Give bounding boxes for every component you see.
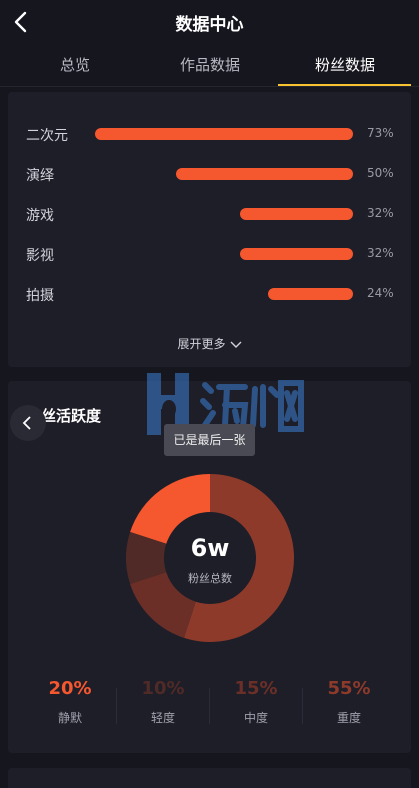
activity-stat: 10% 轻度: [117, 678, 209, 726]
tab-fans-data[interactable]: 粉丝数据: [275, 54, 415, 75]
activity-stat: 20% 静默: [24, 678, 116, 726]
next-card: [8, 768, 411, 788]
activity-stat-percent: 10%: [141, 678, 185, 699]
interest-bar: [240, 208, 353, 220]
page-title: 数据中心: [175, 15, 244, 35]
activity-stat: 15% 中度: [210, 678, 302, 726]
fans-total-label: 粉丝总数: [188, 572, 232, 585]
interest-bar: [240, 248, 353, 260]
activity-stat: 55% 重度: [303, 678, 395, 726]
activity-stat-label: 轻度: [150, 711, 175, 725]
interest-label: 拍摄: [26, 288, 54, 304]
interest-bar: [95, 128, 353, 140]
activity-stat-label: 重度: [336, 711, 361, 725]
interest-percent: 24%: [367, 286, 394, 300]
interest-percent: 73%: [367, 126, 394, 140]
interest-label: 二次元: [26, 128, 68, 144]
fans-total-value: 6w: [190, 534, 230, 562]
interest-bar: [176, 168, 353, 180]
activity-stat-percent: 55%: [327, 678, 371, 699]
tabs-divider: [0, 86, 419, 87]
interest-percent: 50%: [367, 166, 394, 180]
tab-bar: 总览 作品数据 粉丝数据: [0, 48, 419, 88]
interest-label: 游戏: [26, 208, 54, 224]
interest-percent: 32%: [367, 246, 394, 260]
expand-more-button[interactable]: 展开更多: [0, 335, 419, 352]
stat-divider: [302, 688, 303, 724]
app-header: 数据中心: [0, 0, 419, 44]
expand-more-label: 展开更多: [177, 337, 226, 351]
interest-bar: [268, 288, 353, 300]
activity-stat-label: 静默: [57, 711, 82, 725]
interest-percent: 32%: [367, 206, 394, 220]
toast-message: 已是最后一张: [164, 424, 255, 456]
interest-label: 演绎: [26, 168, 54, 184]
stat-divider: [116, 688, 117, 724]
chevron-down-icon: [230, 341, 241, 348]
stat-divider: [209, 688, 210, 724]
activity-stat-percent: 15%: [234, 678, 278, 699]
activity-stat-percent: 20%: [48, 678, 92, 699]
interest-label: 影视: [26, 248, 54, 264]
tab-overview[interactable]: 总览: [5, 54, 145, 75]
chevron-left-icon: [22, 416, 31, 430]
active-tab-indicator: [278, 84, 411, 86]
tab-works-data[interactable]: 作品数据: [140, 54, 280, 75]
prev-slide-button[interactable]: [10, 405, 46, 441]
activity-stat-label: 中度: [243, 711, 268, 725]
